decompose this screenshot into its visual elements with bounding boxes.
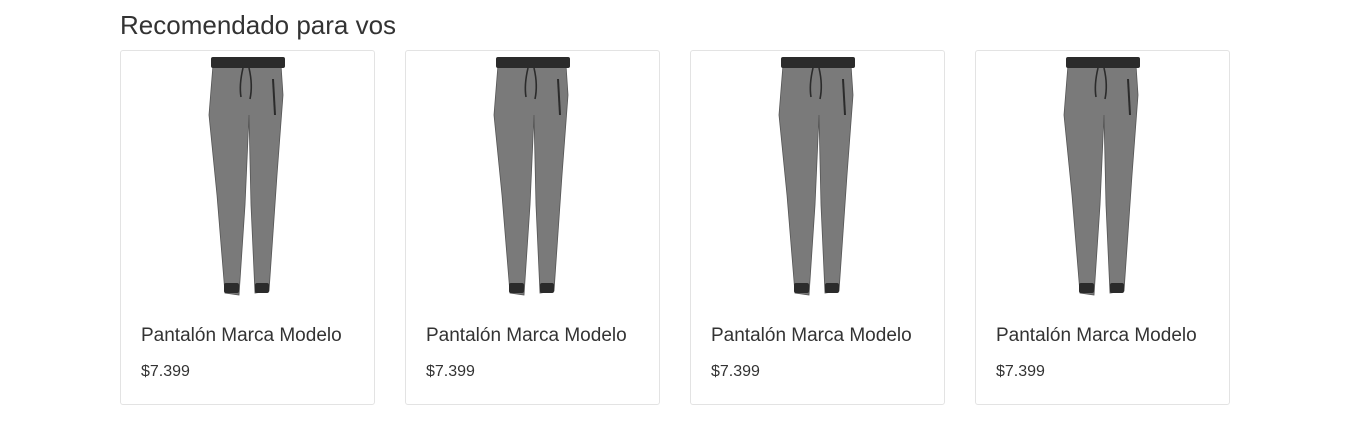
product-card[interactable]: Pantalón Marca Modelo $7.399 — [975, 50, 1230, 405]
product-name[interactable]: Pantalón Marca Modelo — [426, 324, 627, 348]
product-image[interactable] — [976, 55, 1229, 301]
product-name[interactable]: Pantalón Marca Modelo — [141, 324, 342, 348]
product-card[interactable]: Pantalón Marca Modelo $7.399 — [120, 50, 375, 405]
product-name[interactable]: Pantalón Marca Modelo — [996, 324, 1197, 348]
product-image[interactable] — [691, 55, 944, 301]
product-card[interactable]: Pantalón Marca Modelo $7.399 — [690, 50, 945, 405]
jogger-pants-image — [493, 57, 570, 296]
product-card[interactable]: Pantalón Marca Modelo $7.399 — [405, 50, 660, 405]
product-price: $7.399 — [711, 363, 760, 380]
section-title: Recomendado para vos — [120, 10, 397, 40]
product-image[interactable] — [406, 55, 659, 301]
product-image[interactable] — [121, 55, 374, 301]
product-name[interactable]: Pantalón Marca Modelo — [711, 324, 912, 348]
jogger-pants-image — [778, 57, 855, 296]
product-price: $7.399 — [996, 363, 1045, 380]
jogger-pants-image — [208, 57, 285, 296]
product-price: $7.399 — [141, 363, 190, 380]
product-list: Pantalón Marca Modelo $7.399 Pantalón Ma… — [120, 50, 1230, 405]
jogger-pants-image — [1063, 57, 1140, 296]
product-price: $7.399 — [426, 363, 475, 380]
